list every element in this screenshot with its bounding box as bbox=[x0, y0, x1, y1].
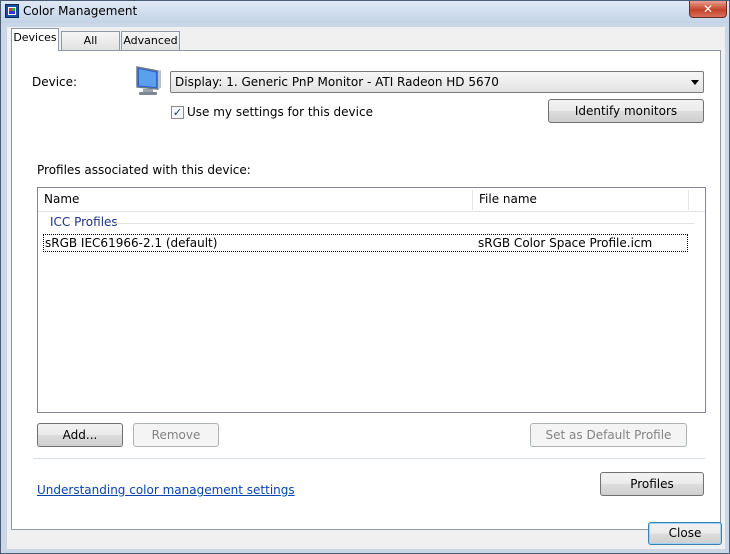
section-divider bbox=[33, 458, 705, 459]
use-my-settings-checkbox[interactable]: ✓ bbox=[171, 106, 184, 119]
tab-devices[interactable]: Devices bbox=[11, 28, 59, 51]
table-row[interactable]: sRGB IEC61966-2.1 (default) sRGB Color S… bbox=[43, 234, 688, 252]
monitor-icon bbox=[136, 66, 161, 95]
checkmark-icon: ✓ bbox=[172, 106, 183, 119]
group-header-icc-profiles[interactable]: ICC Profiles bbox=[50, 215, 118, 229]
window-title: Color Management bbox=[23, 4, 138, 18]
devices-panel: Device: Display: 1. Generic PnP Monitor … bbox=[11, 50, 721, 530]
close-icon: ✕ bbox=[702, 2, 714, 16]
use-my-settings-label[interactable]: Use my settings for this device bbox=[187, 105, 373, 119]
column-divider[interactable] bbox=[688, 190, 689, 210]
set-default-profile-button[interactable]: Set as Default Profile bbox=[530, 423, 687, 447]
tab-advanced[interactable]: Advanced bbox=[121, 31, 180, 50]
color-management-window: Color Management ✕ Devices All Profiles … bbox=[0, 0, 730, 554]
list-header: Name File name bbox=[38, 188, 705, 212]
column-header-file-name[interactable]: File name bbox=[473, 188, 688, 211]
chevron-down-icon bbox=[691, 80, 699, 85]
group-divider bbox=[114, 223, 694, 224]
color-management-icon bbox=[5, 4, 19, 18]
close-button[interactable]: Close bbox=[648, 522, 722, 545]
close-window-button[interactable]: ✕ bbox=[689, 1, 727, 18]
row-file-name: sRGB Color Space Profile.icm bbox=[478, 236, 653, 250]
profiles-associated-label: Profiles associated with this device: bbox=[37, 163, 251, 177]
row-profile-name: sRGB IEC61966-2.1 (default) bbox=[45, 236, 218, 250]
dialog-client-area: Devices All Profiles Advanced Device: Di… bbox=[7, 27, 725, 549]
profiles-button[interactable]: Profiles bbox=[600, 472, 704, 496]
tab-all-profiles[interactable]: All Profiles bbox=[61, 31, 120, 65]
device-select-value: Display: 1. Generic PnP Monitor - ATI Ra… bbox=[175, 75, 499, 89]
profiles-list[interactable]: Name File name ICC Profiles sRGB IEC6196… bbox=[37, 187, 706, 413]
understanding-color-management-link[interactable]: Understanding color management settings bbox=[37, 483, 295, 497]
device-select[interactable]: Display: 1. Generic PnP Monitor - ATI Ra… bbox=[170, 71, 704, 93]
add-button[interactable]: Add... bbox=[37, 423, 123, 447]
device-label: Device: bbox=[32, 75, 78, 89]
identify-monitors-button[interactable]: Identify monitors bbox=[548, 99, 704, 123]
column-header-name[interactable]: Name bbox=[38, 188, 472, 211]
remove-button[interactable]: Remove bbox=[133, 423, 219, 447]
title-bar[interactable]: Color Management ✕ bbox=[1, 1, 729, 23]
